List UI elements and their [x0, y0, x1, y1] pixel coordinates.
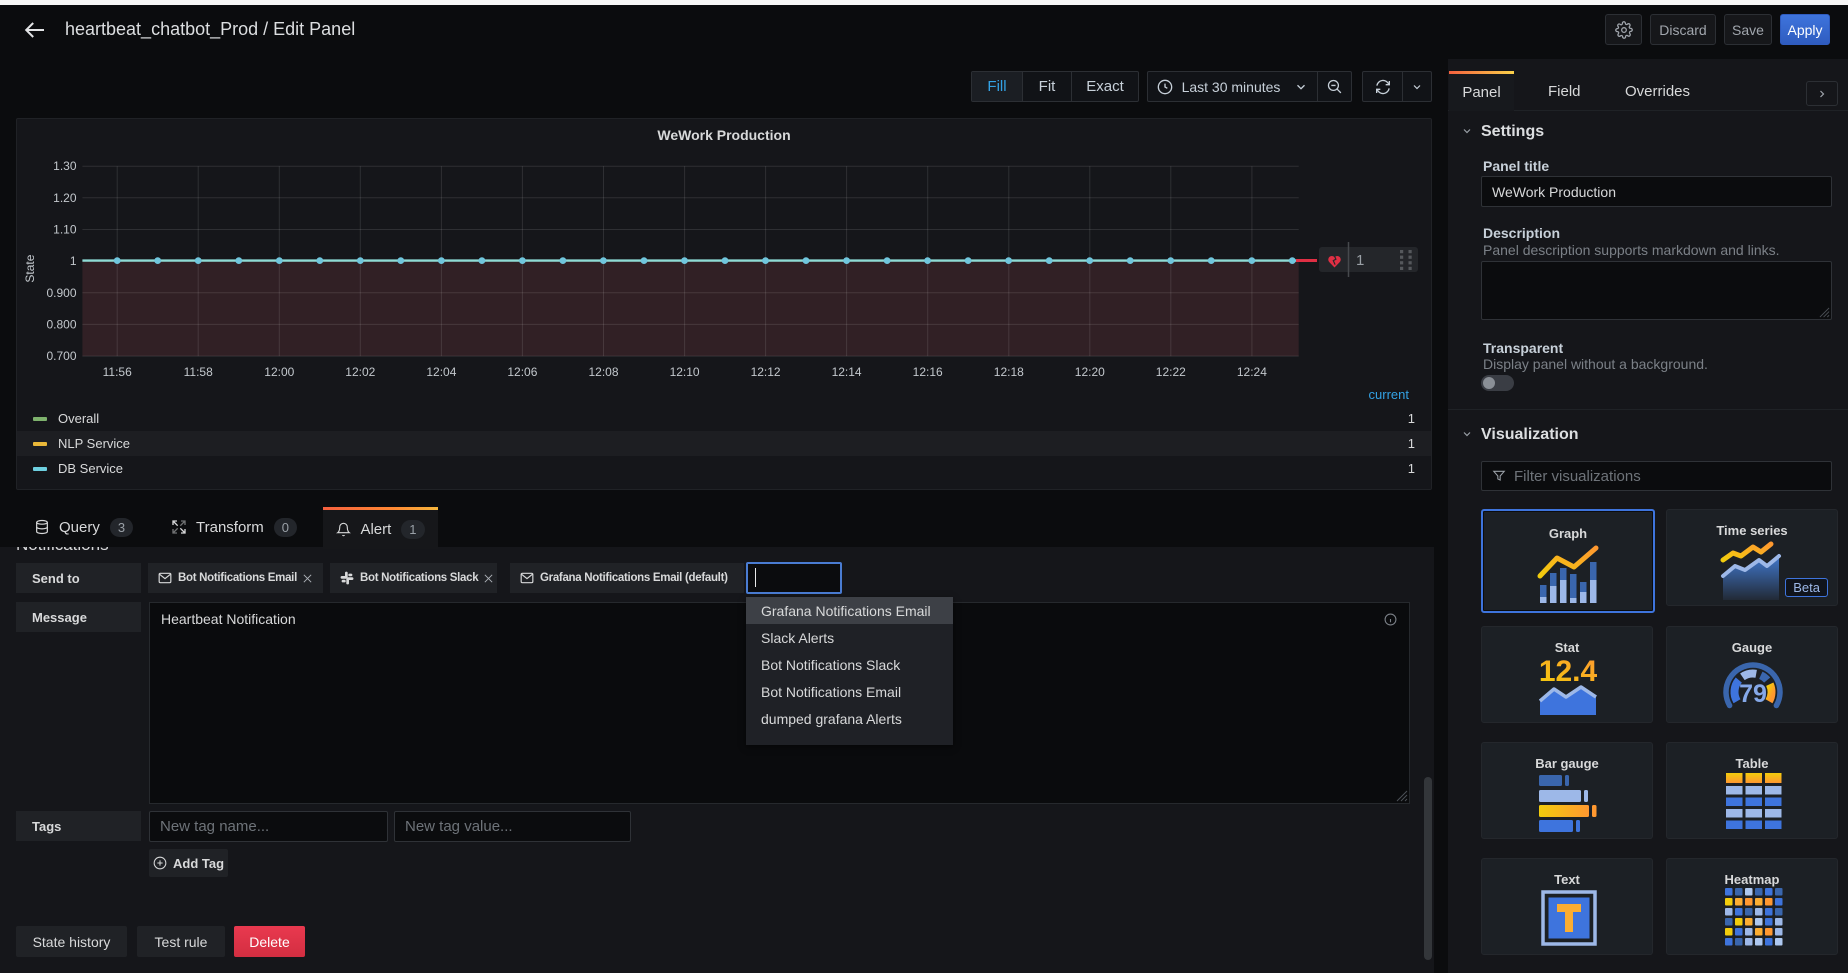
- svg-text:79: 79: [1739, 680, 1767, 708]
- svg-text:12.4: 12.4: [1539, 655, 1597, 688]
- svg-text:0.700: 0.700: [46, 349, 76, 363]
- svg-text:12:12: 12:12: [751, 365, 781, 379]
- svg-text:12:04: 12:04: [426, 365, 456, 379]
- svg-text:12:24: 12:24: [1237, 365, 1267, 379]
- svg-text:0.900: 0.900: [46, 286, 76, 300]
- svg-text:12:00: 12:00: [264, 365, 294, 379]
- svg-text:12:18: 12:18: [994, 365, 1024, 379]
- svg-text:1.30: 1.30: [53, 159, 77, 173]
- svg-text:12:16: 12:16: [913, 365, 943, 379]
- svg-text:0.800: 0.800: [46, 317, 76, 331]
- svg-text:1: 1: [1356, 252, 1364, 269]
- svg-text:1.10: 1.10: [53, 223, 77, 237]
- svg-text:12:10: 12:10: [670, 365, 700, 379]
- svg-text:11:56: 11:56: [103, 365, 132, 379]
- svg-text:12:22: 12:22: [1156, 365, 1186, 379]
- svg-text:12:14: 12:14: [832, 365, 862, 379]
- svg-text:12:06: 12:06: [507, 365, 537, 379]
- svg-text:State: State: [23, 254, 37, 282]
- svg-text:11:58: 11:58: [184, 365, 213, 379]
- svg-text:1: 1: [70, 254, 77, 268]
- svg-text:12:02: 12:02: [345, 365, 375, 379]
- svg-text:12:20: 12:20: [1075, 365, 1105, 379]
- svg-text:12:08: 12:08: [588, 365, 618, 379]
- svg-text:1.20: 1.20: [53, 191, 77, 205]
